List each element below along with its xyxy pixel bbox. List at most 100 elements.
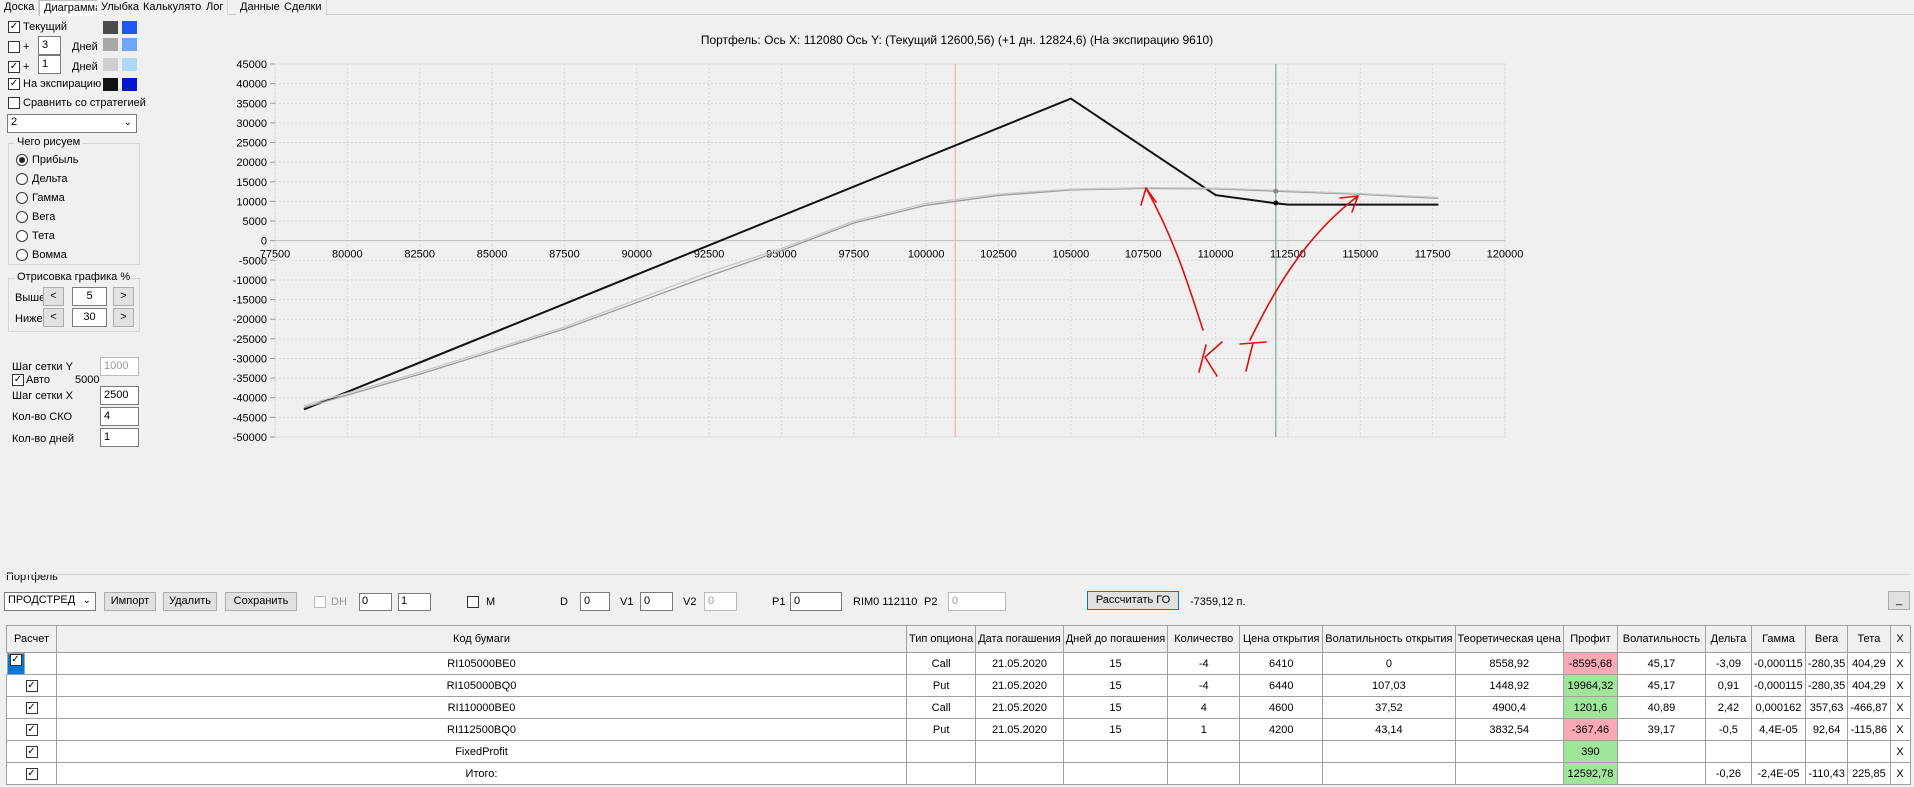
p1-input[interactable]: 0	[790, 592, 842, 611]
portfolio-select[interactable]: ПРОДСТРЕД ⌄	[4, 592, 96, 611]
x-tick-label: 80000	[332, 249, 363, 261]
cell-qty: 1	[1167, 718, 1241, 741]
calc-checkbox[interactable]: ✓	[25, 723, 38, 736]
col-header-qty[interactable]: Количество	[1167, 625, 1241, 653]
col-header-calc[interactable]: Расчет	[6, 625, 57, 653]
table-row[interactable]: ✓ RI105000BQ0 Put 21.05.2020 15 -4 6440 107,03 1…	[6, 674, 1911, 697]
calc-checkbox[interactable]: ✓	[25, 679, 38, 692]
v2-input[interactable]: 0	[704, 592, 737, 611]
positions-table: Расчет Код бумаги Тип опциона Дата погаш…	[6, 625, 1911, 785]
go-value: -7359,12 п.	[1190, 596, 1246, 608]
col-header-date[interactable]: Дата погашения	[975, 625, 1064, 653]
cursor-point-current	[1273, 188, 1279, 194]
calc-checkbox-cell[interactable]: ✓	[6, 674, 57, 697]
y-tick-label: -5000	[239, 255, 267, 267]
col-header-type[interactable]: Тип опциона	[905, 625, 977, 653]
calc-checkbox-cell[interactable]: ✓	[6, 740, 57, 763]
cell-x[interactable]: X	[1889, 696, 1911, 719]
cell-vol-open	[1322, 740, 1456, 763]
table-row[interactable]: ✓ RI110000BE0 Call 21.05.2020 15 4 4600 37,52 49…	[6, 696, 1911, 719]
col-header-theo-price[interactable]: Теоретическая цена	[1454, 625, 1564, 653]
calc-checkbox-cell[interactable]: ✓	[6, 653, 25, 675]
table-row[interactable]: ✓ RI112500BQ0 Put 21.05.2020 15 1 4200 43,14 383…	[6, 718, 1911, 741]
col-header-theta[interactable]: Тета	[1847, 625, 1891, 653]
calc-checkbox[interactable]: ✓	[25, 767, 38, 780]
cell-x[interactable]: X	[1889, 652, 1911, 675]
calc-checkbox-cell[interactable]: ✓	[6, 696, 57, 719]
cell-vol-open	[1322, 762, 1456, 785]
col-header-vol[interactable]: Волатильность	[1616, 625, 1706, 653]
cell-vega: -110,43	[1804, 762, 1849, 785]
col-header-gamma[interactable]: Гамма	[1750, 625, 1806, 653]
cell-qty: -4	[1167, 674, 1241, 697]
table-row[interactable]: ✓ Итого: 12592,78 -0,26 -2,4E-05 -110,43 225,8…	[6, 762, 1911, 785]
cell-x[interactable]: X	[1889, 740, 1911, 763]
portfolio-group-label: Портфель	[6, 571, 58, 583]
m-checkbox[interactable]	[467, 596, 479, 608]
col-header-delta[interactable]: Дельта	[1704, 625, 1752, 653]
cell-vol	[1616, 740, 1706, 763]
cell-qty	[1167, 740, 1241, 763]
delete-button[interactable]: Удалить	[163, 592, 217, 611]
cell-profit: 12592,78	[1562, 762, 1618, 785]
cell-x[interactable]: X	[1889, 762, 1911, 785]
calc-checkbox[interactable]: ✓	[25, 701, 38, 714]
cell-vega: 357,63	[1804, 696, 1849, 719]
v1-input[interactable]: 0	[640, 592, 673, 611]
cell-vol-open: 43,14	[1322, 718, 1456, 741]
cell-code: RI112500BQ0	[56, 718, 907, 741]
col-header-vega[interactable]: Вега	[1804, 625, 1849, 653]
col-header-code[interactable]: Код бумаги	[56, 625, 907, 653]
plot-area	[274, 63, 1506, 438]
dh-checkbox[interactable]	[314, 596, 326, 608]
cell-profit: -8595,68	[1562, 652, 1618, 675]
cell-vega: -280,35	[1804, 652, 1849, 675]
cell-theta: 404,29	[1847, 652, 1891, 675]
x-tick-label: 87500	[549, 249, 580, 261]
cursor-point-expiry	[1273, 200, 1279, 206]
cell-delta: -3,09	[1704, 652, 1752, 675]
calc-checkbox-cell[interactable]: ✓	[6, 762, 57, 785]
x-tick-label: 115000	[1342, 249, 1378, 261]
calc-checkbox[interactable]: ✓	[25, 745, 38, 758]
cell-days	[1062, 762, 1169, 785]
cell-theta	[1847, 740, 1891, 763]
cell-gamma: 4,4E-05	[1750, 718, 1806, 741]
y-tick-label: 35000	[236, 98, 267, 110]
col-header-days[interactable]: Дней до погашения	[1062, 625, 1169, 653]
y-tick-label: 25000	[236, 138, 267, 150]
dh-spinner-1[interactable]: 0	[359, 593, 392, 611]
cell-vega: 92,64	[1804, 718, 1849, 741]
cell-vega	[1804, 740, 1849, 763]
calc-checkbox[interactable]: ✓	[9, 654, 22, 667]
cell-days: 15	[1062, 696, 1169, 719]
col-header-profit[interactable]: Профит	[1562, 625, 1618, 653]
cell-theta: -466,87	[1847, 696, 1891, 719]
cell-theo: 4900,4	[1454, 696, 1564, 719]
x-tick-label: 102500	[980, 249, 1017, 261]
dh-spinner-2[interactable]: 1	[398, 593, 431, 611]
import-button[interactable]: Импорт	[104, 592, 156, 611]
col-header-open-vol[interactable]: Волатильность открытия	[1322, 625, 1456, 653]
col-header-open-price[interactable]: Цена открытия	[1239, 625, 1324, 653]
cell-vol-open: 107,03	[1322, 674, 1456, 697]
table-row[interactable]: ✓ RI105000BE0 Call 21.05.2020 15 -4 6410 0 8558,…	[6, 652, 1911, 675]
table-row[interactable]: ✓ FixedProfit 390 X	[6, 740, 1911, 763]
y-tick-label: 5000	[243, 216, 267, 228]
x-tick-label: 107500	[1125, 249, 1162, 261]
calc-checkbox-cell[interactable]: ✓	[6, 718, 57, 741]
p2-input[interactable]: 0	[948, 592, 1006, 611]
save-button[interactable]: Сохранить	[225, 592, 297, 611]
d-label: D	[560, 596, 568, 608]
minimize-button[interactable]: _	[1888, 591, 1910, 610]
cell-x[interactable]: X	[1889, 674, 1911, 697]
y-tick-label: -35000	[233, 373, 267, 385]
payoff-chart[interactable]: 77500 80000 82500 85000 87500 90000 92500 95000…	[0, 0, 1914, 560]
cell-profit: 19964,32	[1562, 674, 1618, 697]
dh-label: DH	[331, 596, 347, 608]
col-header-x[interactable]: X	[1889, 625, 1911, 653]
chevron-down-icon: ⌄	[82, 595, 91, 606]
calculate-go-button[interactable]: Рассчитать ГО	[1087, 591, 1179, 610]
d-input[interactable]: 0	[580, 592, 610, 611]
cell-x[interactable]: X	[1889, 718, 1911, 741]
